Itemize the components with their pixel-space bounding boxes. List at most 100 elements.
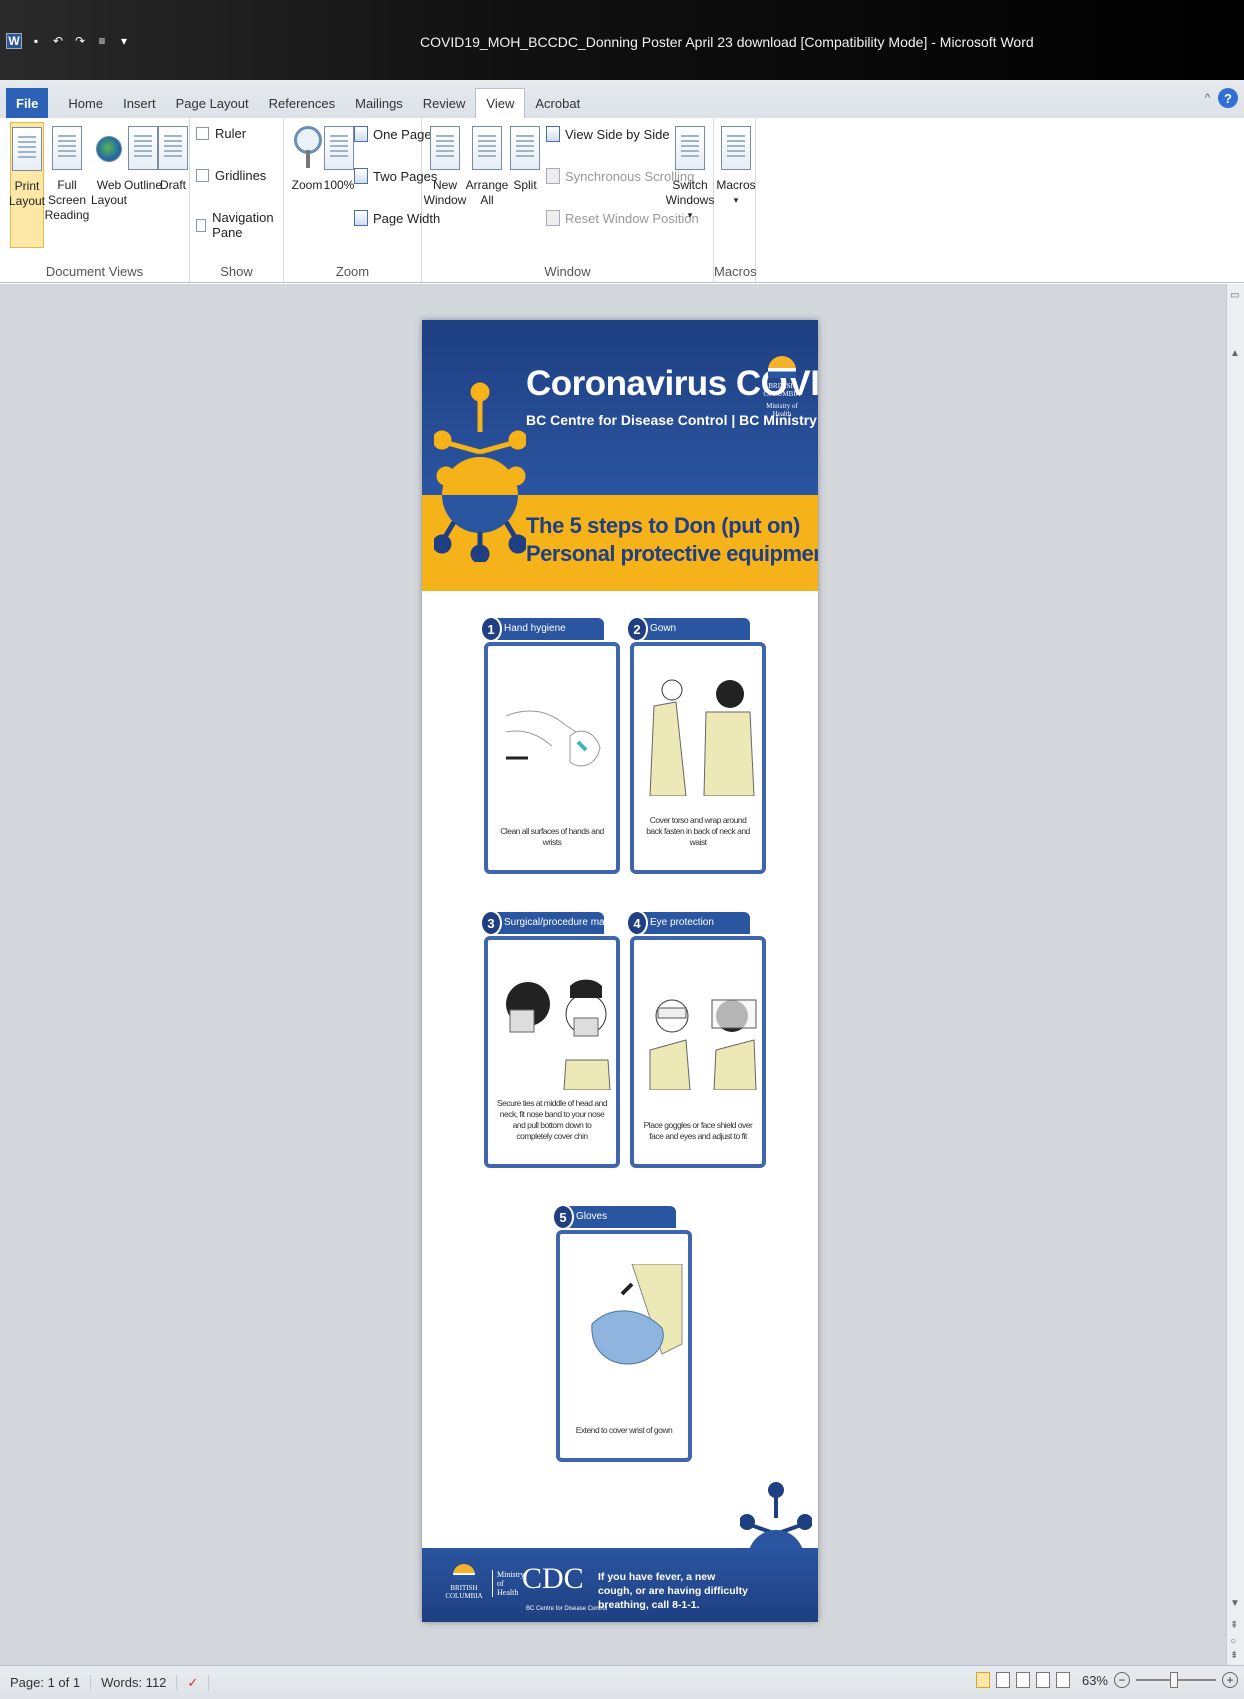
group-window: New Window Arrange All Split View Side b… xyxy=(422,118,714,283)
tab-home[interactable]: Home xyxy=(58,88,113,118)
group-zoom: Zoom 100% One Page Two Pages Page Width … xyxy=(284,118,440,283)
group-show: Ruler Gridlines Navigation Pane Show xyxy=(190,118,284,283)
scroll-up-icon[interactable]: ▲ xyxy=(1230,348,1240,359)
step-number-badge: 1 xyxy=(480,616,502,642)
new-window-icon xyxy=(430,126,460,170)
tab-file[interactable]: File xyxy=(6,88,49,118)
zoom-out-icon[interactable]: − xyxy=(1114,1672,1130,1688)
draft-icon xyxy=(158,126,188,170)
step-caption: Place goggles or face shield over face a… xyxy=(643,1120,753,1141)
arrange-all-button[interactable]: Arrange All xyxy=(466,126,508,208)
one-page-icon xyxy=(354,126,368,142)
tab-view[interactable]: View xyxy=(475,88,526,118)
ribbon: Print Layout Full Screen Reading Web Lay… xyxy=(0,118,1244,283)
zoom-button[interactable]: Zoom xyxy=(292,126,322,193)
gridlines-checkbox[interactable]: Gridlines xyxy=(196,168,266,183)
web-layout-view-icon[interactable] xyxy=(1015,1672,1030,1688)
outline-button[interactable]: Outline xyxy=(124,126,162,193)
split-button[interactable]: Split xyxy=(510,126,540,193)
virus-graphic-icon xyxy=(434,382,526,562)
zoom-slider-thumb[interactable] xyxy=(1170,1672,1178,1688)
poster-heading-line-1: The 5 steps to Don (put on) xyxy=(526,513,800,538)
poster-footer: BRITISH COLUMBIA Ministry of Health CDC … xyxy=(422,1548,818,1622)
document-page[interactable]: Coronavirus COVID-19 BC Centre for Disea… xyxy=(422,320,818,1622)
undo-icon[interactable]: ↶ xyxy=(50,33,66,49)
step-caption: Secure ties at middle of head and neck, … xyxy=(496,1098,608,1141)
step-card-3: Surgical/procedure mask 3 Secure ties at… xyxy=(480,910,620,1174)
zoom-level[interactable]: 63% xyxy=(1082,1673,1108,1688)
group-label-document-views: Document Views xyxy=(45,264,144,279)
print-layout-button[interactable]: Print Layout xyxy=(9,122,45,248)
select-browse-object-icon[interactable]: ○ xyxy=(1230,1636,1236,1647)
bccdc-logo: CDC xyxy=(522,1562,584,1595)
tab-page-layout[interactable]: Page Layout xyxy=(166,88,259,118)
tab-review[interactable]: Review xyxy=(413,88,476,118)
zoom-in-icon[interactable]: + xyxy=(1222,1672,1238,1688)
draft-button[interactable]: Draft xyxy=(158,126,188,193)
group-macros: Macros ▾ Macros xyxy=(714,118,757,283)
chevron-down-icon: ▾ xyxy=(733,195,739,205)
bc-sun-icon xyxy=(768,356,796,378)
title-bar: W ▪ ↶ ↷ ≡ ▾ COVID19_MOH_BCCDC_Donning Po… xyxy=(0,0,1244,80)
chevron-down-icon: ▾ xyxy=(687,210,693,220)
zoom-100-button[interactable]: 100% xyxy=(324,126,354,193)
one-page-button[interactable]: One Page xyxy=(354,126,432,142)
view-side-by-side-button[interactable]: View Side by Side xyxy=(546,126,670,142)
word-count-status[interactable]: Words: 112 xyxy=(91,1675,178,1690)
scroll-down-icon[interactable]: ▼ xyxy=(1230,1598,1240,1609)
minimize-ribbon-icon[interactable]: ^ xyxy=(1205,92,1210,104)
group-document-views: Print Layout Full Screen Reading Web Lay… xyxy=(0,118,190,283)
word-app-icon[interactable]: W xyxy=(6,33,22,49)
bullets-icon[interactable]: ≡ xyxy=(94,33,110,49)
tab-insert[interactable]: Insert xyxy=(113,88,166,118)
proofing-error-icon[interactable]: ✓ xyxy=(177,1674,210,1691)
two-pages-icon xyxy=(354,168,368,184)
outline-view-icon[interactable] xyxy=(1035,1672,1050,1688)
bc-government-logo: BRITISH COLUMBIA xyxy=(444,1564,484,1600)
footer-message: If you have fever, a new cough, or are h… xyxy=(598,1571,748,1611)
ministry-of-health-label: Ministry of Health xyxy=(492,1570,525,1597)
tab-acrobat[interactable]: Acrobat xyxy=(525,88,590,118)
quick-access-toolbar: W ▪ ↶ ↷ ≡ ▾ xyxy=(6,33,132,49)
zoom-slider[interactable] xyxy=(1136,1672,1216,1688)
step-caption: Extend to cover wrist of gown xyxy=(575,1425,673,1435)
bc-sun-icon xyxy=(453,1564,475,1580)
web-layout-button[interactable]: Web Layout xyxy=(91,126,127,208)
arrange-all-icon xyxy=(472,126,502,170)
step-number-badge: 2 xyxy=(626,616,648,642)
draft-view-icon[interactable] xyxy=(1055,1672,1070,1688)
print-layout-icon xyxy=(12,127,42,171)
page-width-icon xyxy=(354,210,368,226)
group-label-show: Show xyxy=(220,264,253,279)
step-card-2: Gown 2 Cover torso and wrap around back … xyxy=(626,616,766,880)
bc-government-logo: BRITISH COLUMBIA Ministry of Health xyxy=(760,356,804,418)
customize-icon[interactable]: ▾ xyxy=(116,33,132,49)
help-icon[interactable]: ? xyxy=(1218,88,1238,108)
print-layout-view-icon[interactable] xyxy=(975,1672,990,1688)
full-screen-reading-button[interactable]: Full Screen Reading xyxy=(44,126,90,223)
save-icon[interactable]: ▪ xyxy=(28,33,44,49)
step-title: Gloves xyxy=(558,1206,676,1228)
macros-button[interactable]: Macros ▾ xyxy=(716,126,756,208)
gown-illustration xyxy=(649,679,755,796)
navigation-pane-checkbox[interactable]: Navigation Pane xyxy=(196,210,283,240)
group-label-zoom: Zoom xyxy=(335,264,370,279)
new-window-button[interactable]: New Window xyxy=(424,126,466,208)
next-page-icon[interactable]: ⇟ xyxy=(1230,1650,1238,1661)
ruler-toggle-icon[interactable]: ▭ xyxy=(1230,290,1239,301)
mask-illustration xyxy=(506,979,611,1090)
step-title: Surgical/procedure mask xyxy=(486,912,604,934)
outline-icon xyxy=(128,126,158,170)
full-screen-reading-view-icon[interactable] xyxy=(995,1672,1010,1688)
tab-references[interactable]: References xyxy=(259,88,345,118)
gloves-illustration xyxy=(591,1264,683,1365)
vertical-scrollbar[interactable]: ▭ ▲ ▼ ⇞ ○ ⇟ xyxy=(1226,284,1244,1665)
previous-page-icon[interactable]: ⇞ xyxy=(1230,1620,1238,1631)
page-count-status[interactable]: Page: 1 of 1 xyxy=(0,1675,92,1690)
full-screen-reading-icon xyxy=(52,126,82,170)
ruler-checkbox[interactable]: Ruler xyxy=(196,126,246,141)
step-caption: Clean all surfaces of hands and wrists xyxy=(500,826,604,847)
switch-windows-button[interactable]: Switch Windows ▾ xyxy=(666,126,714,223)
tab-mailings[interactable]: Mailings xyxy=(345,88,413,118)
redo-icon[interactable]: ↷ xyxy=(72,33,88,49)
